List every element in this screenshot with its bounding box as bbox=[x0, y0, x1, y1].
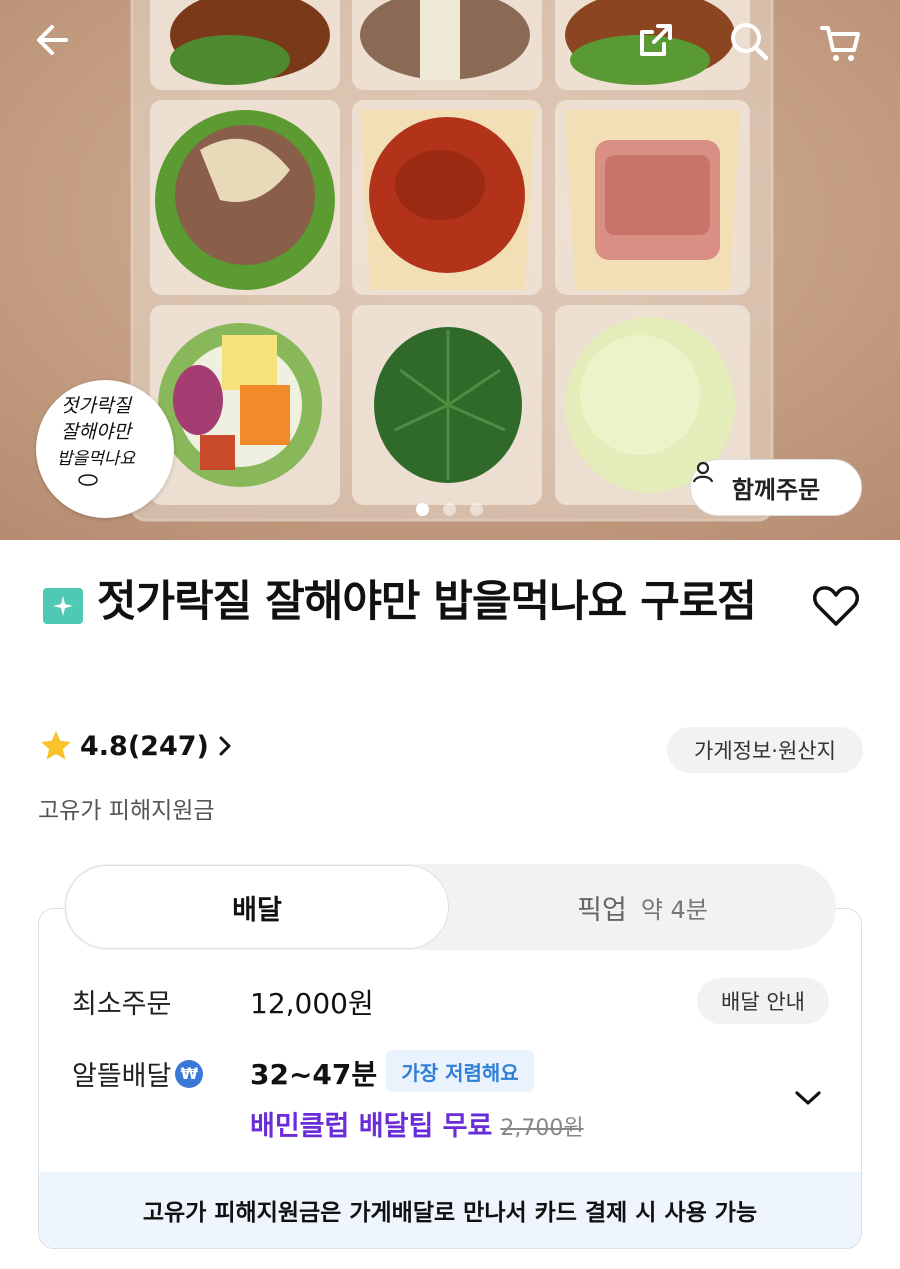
tab-pickup[interactable]: 픽업 약 4분 bbox=[450, 865, 835, 949]
chevron-right-icon bbox=[219, 736, 231, 756]
tab-pickup-label: 픽업 bbox=[577, 894, 627, 926]
store-badge-icon bbox=[43, 588, 83, 624]
tab-delivery[interactable]: 배달 bbox=[65, 865, 449, 949]
svg-text:젓가락질: 젓가락질 bbox=[61, 395, 132, 417]
chevron-down-icon bbox=[795, 1091, 821, 1105]
share-button[interactable] bbox=[636, 20, 686, 70]
carousel-dot[interactable] bbox=[443, 503, 456, 516]
search-icon bbox=[731, 23, 769, 61]
won-icon: ₩ bbox=[175, 1059, 204, 1088]
carousel-dot[interactable] bbox=[470, 503, 483, 516]
back-button[interactable] bbox=[32, 20, 82, 70]
delivery-guide-button[interactable]: 배달 안내 bbox=[697, 978, 829, 1024]
heart-icon bbox=[813, 586, 859, 626]
saver-delivery-time: 32~47분 bbox=[250, 1058, 378, 1091]
original-tip: 2,700원 bbox=[500, 1116, 584, 1141]
store-logo-image: 젓가락질 잘해야만 밥을먹나요 bbox=[57, 395, 137, 486]
expand-delivery-button[interactable] bbox=[790, 1080, 826, 1116]
person-icon bbox=[692, 461, 714, 483]
store-title: 젓가락질 잘해야만 밥을먹나요 구로점 bbox=[97, 577, 757, 627]
carousel-dot[interactable] bbox=[416, 503, 429, 516]
rating-value: 4.8(247) bbox=[80, 730, 209, 762]
store-logo: 젓가락질 잘해야만 밥을먹나요 bbox=[36, 380, 174, 518]
min-order-value: 12,000원 bbox=[250, 987, 374, 1020]
hero-image[interactable]: 젓가락질 잘해야만 밥을먹나요 함께주문 bbox=[0, 0, 900, 540]
carousel-indicator bbox=[416, 503, 483, 516]
saver-delivery-label: 알뜰배달 ₩ bbox=[72, 1054, 204, 1093]
search-button[interactable] bbox=[728, 20, 778, 70]
club-free-tip: 배민클럽 배달팁 무료 bbox=[250, 1111, 493, 1142]
arrow-left-icon bbox=[37, 25, 68, 55]
svg-text:밥을먹나요: 밥을먹나요 bbox=[57, 449, 137, 469]
cheapest-badge: 가장 저렴해요 bbox=[386, 1050, 534, 1092]
store-info-button[interactable]: 가게정보·원산지 bbox=[667, 727, 863, 773]
svg-text:잘해야만: 잘해야만 bbox=[61, 421, 133, 443]
sparkle-icon bbox=[53, 596, 73, 616]
club-benefit: 배민클럽 배달팁 무료 2,700원 bbox=[250, 1104, 584, 1143]
star-icon bbox=[41, 731, 71, 760]
subsidy-notice: 고유가 피해지원금은 가게배달로 만나서 카드 결제 시 사용 가능 bbox=[39, 1172, 861, 1248]
rating-link[interactable]: 4.8(247) bbox=[38, 728, 235, 764]
cart-icon bbox=[820, 26, 860, 61]
share-external-icon bbox=[640, 24, 672, 56]
min-order-label: 최소주문 bbox=[72, 989, 172, 1020]
group-order-label: 함께주문 bbox=[731, 476, 821, 504]
group-order-button[interactable]: 함께주문 bbox=[690, 459, 862, 516]
subsidy-label: 고유가 피해지원금 bbox=[38, 798, 215, 824]
tab-pickup-eta: 약 4분 bbox=[640, 895, 708, 924]
saver-delivery-text: 알뜰배달 bbox=[72, 1061, 172, 1092]
favorite-button[interactable] bbox=[808, 578, 864, 634]
cart-button[interactable] bbox=[818, 20, 868, 70]
